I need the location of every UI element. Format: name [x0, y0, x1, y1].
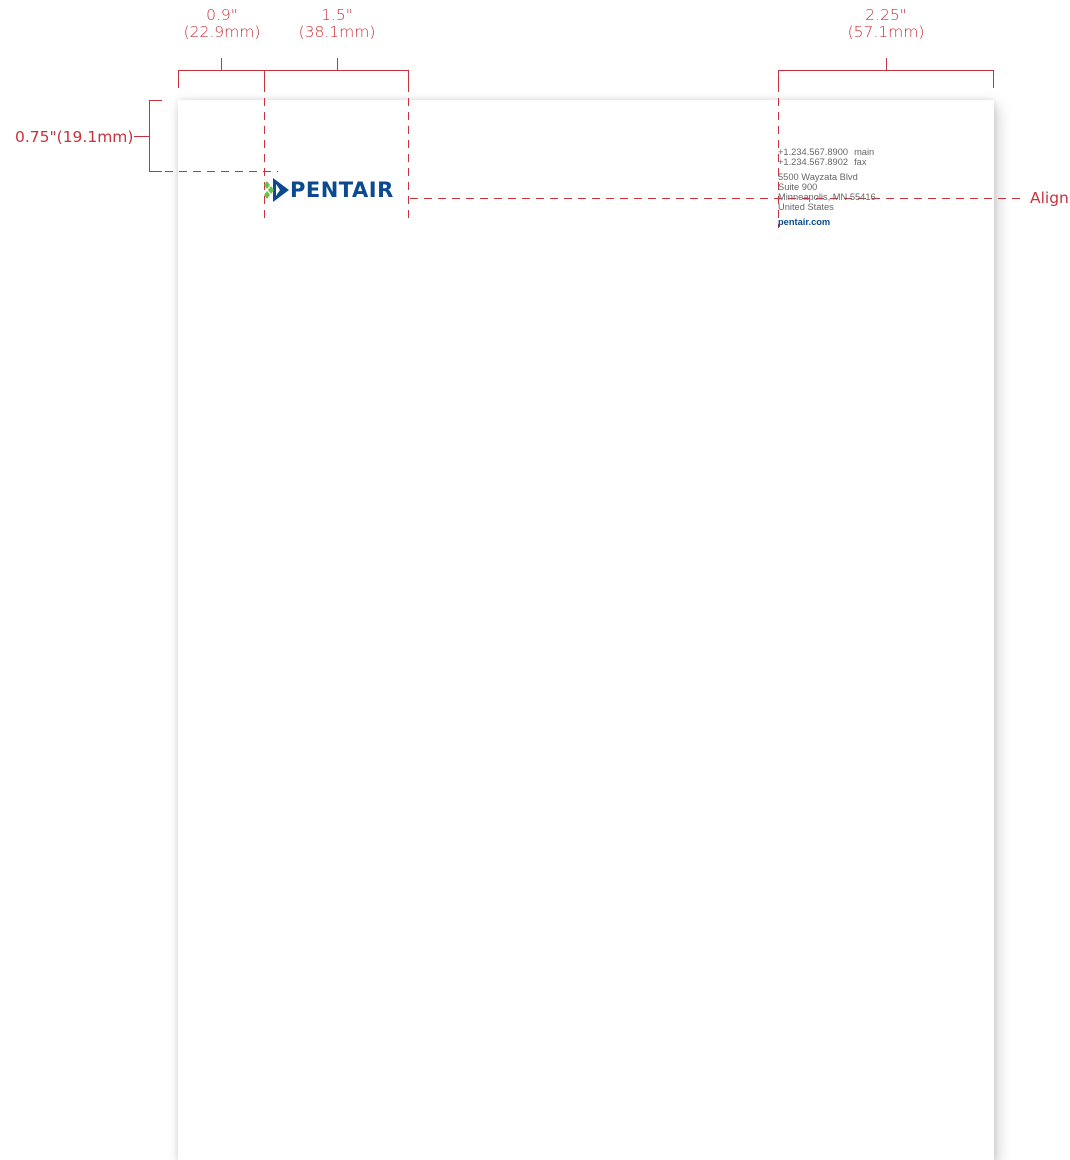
top-margin-bracket: [149, 100, 162, 172]
phone-fax-row: +1.234.567.8902 fax: [778, 157, 876, 167]
pentair-logo: PENTAIR: [263, 176, 394, 204]
contact-block: +1.234.567.8900 main +1.234.567.8902 fax 5…: [778, 147, 876, 227]
address-line-4: United States: [778, 202, 834, 212]
guide-lines: [134, 58, 1022, 228]
address-line-2: Suite 900: [778, 182, 818, 192]
pentair-wordmark: PENTAIR: [290, 178, 394, 202]
phone-main-number: +1.234.567.8900: [778, 147, 849, 157]
pentair-diamond-logo-icon: [264, 178, 289, 202]
phone-fax-label: fax: [854, 157, 867, 167]
left-margin-bracket: [178, 70, 265, 88]
address-line-1: 5500 Wayzata Blvd: [778, 172, 858, 182]
phone-main-row: +1.234.567.8900 main: [778, 147, 876, 157]
phone-fax-number: +1.234.567.8902: [778, 157, 849, 167]
address-line-3: Minneapolis, MN 55416: [778, 192, 876, 202]
logo-width-bracket: [264, 70, 409, 88]
phone-main-label: main: [854, 147, 875, 157]
website-link[interactable]: pentair.com: [778, 217, 876, 227]
contact-width-bracket: [778, 70, 994, 88]
